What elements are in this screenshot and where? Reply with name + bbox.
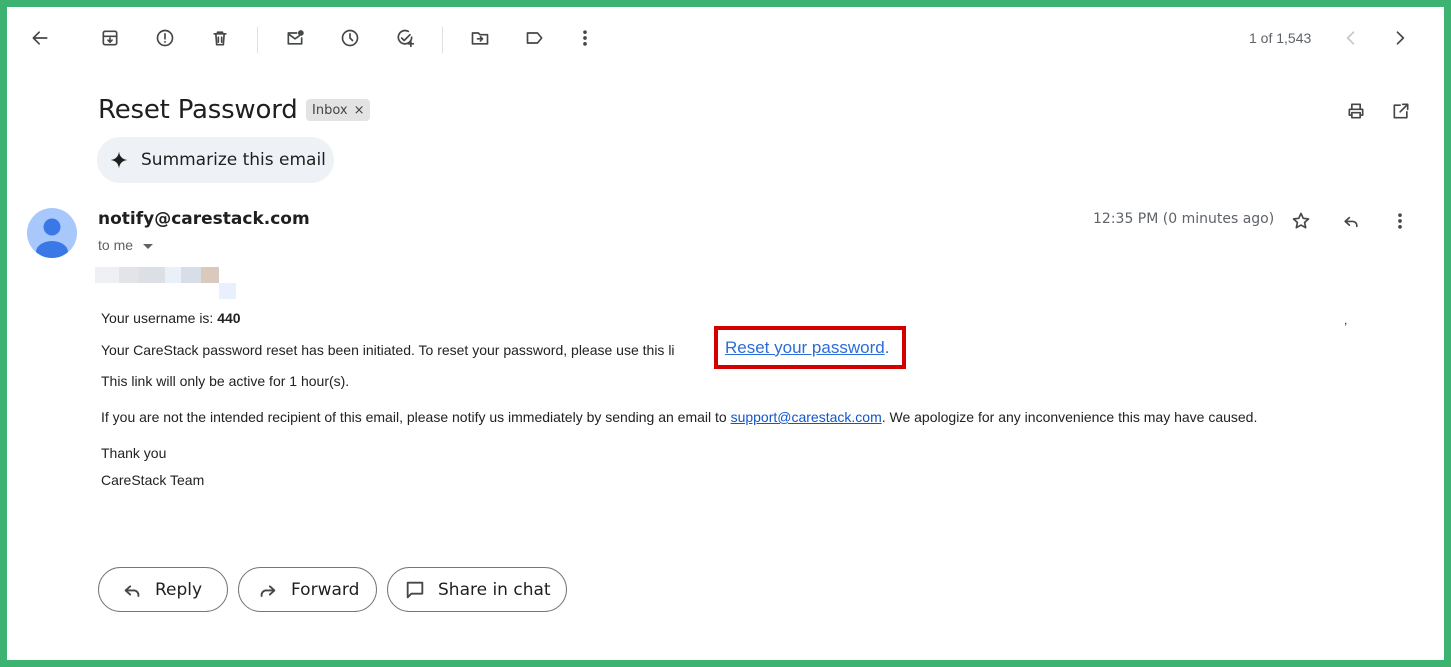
reply-label: Reply	[155, 579, 203, 600]
recipient-details-toggle[interactable]: to me	[98, 237, 154, 253]
sparkle-icon	[110, 151, 128, 169]
back-arrow-icon[interactable]	[22, 20, 58, 56]
toolbar-divider	[442, 27, 443, 53]
person-icon	[36, 218, 68, 258]
reply-icon[interactable]	[1333, 203, 1369, 239]
username-prefix: Your username is:	[101, 310, 218, 326]
open-in-new-window-icon[interactable]	[1383, 93, 1419, 129]
forward-button[interactable]: Forward	[238, 567, 377, 612]
archive-icon[interactable]	[92, 20, 128, 56]
gmail-message-view: 1 of 1,543 Reset Password Inbox × Summar…	[7, 7, 1444, 660]
report-spam-icon[interactable]	[147, 20, 183, 56]
recipient-label: to me	[98, 237, 134, 253]
move-to-icon[interactable]	[462, 20, 498, 56]
label-icon[interactable]	[517, 20, 553, 56]
recipient-notice-line: If you are not the intended recipient of…	[101, 409, 1257, 425]
link-active-line: This link will only be active for 1 hour…	[101, 373, 350, 389]
more-vert-icon[interactable]	[1382, 203, 1418, 239]
forward-icon	[260, 584, 276, 597]
sender-email[interactable]: notify@carestack.com	[98, 209, 310, 229]
delete-icon[interactable]	[202, 20, 238, 56]
summarize-label: Summarize this email	[141, 150, 326, 170]
reset-password-link[interactable]: Reset your password	[725, 338, 885, 358]
stray-comma: ,	[1344, 313, 1348, 327]
link-period: .	[884, 337, 890, 357]
signature: CareStack Team	[101, 472, 205, 488]
caret-down-icon	[143, 243, 154, 249]
email-timestamp: 12:35 PM (0 minutes ago)	[1093, 211, 1275, 227]
username-line: Your username is: 440	[101, 310, 241, 326]
closing-thanks: Thank you	[101, 445, 167, 461]
star-icon[interactable]	[1283, 203, 1319, 239]
inbox-label-chip: Inbox ×	[306, 99, 371, 121]
support-email-link[interactable]: support@carestack.com	[731, 409, 882, 425]
email-subject: Reset Password	[98, 95, 298, 125]
add-task-icon[interactable]	[387, 20, 423, 56]
chat-icon	[406, 581, 424, 598]
more-vert-icon[interactable]	[567, 20, 603, 56]
chevron-left-icon[interactable]	[1333, 20, 1369, 56]
share-label: Share in chat	[438, 579, 551, 600]
forward-label: Forward	[291, 579, 360, 600]
summarize-email-button[interactable]: Summarize this email	[97, 137, 334, 183]
reply-icon	[124, 584, 140, 597]
notice-suffix: . We apologize for any inconvenience thi…	[881, 409, 1258, 425]
print-icon[interactable]	[1338, 93, 1374, 129]
notice-prefix: If you are not the intended recipient of…	[101, 409, 731, 425]
message-counter: 1 of 1,543	[1249, 30, 1312, 46]
label-chip-text: Inbox	[312, 102, 348, 118]
username-value: 440	[217, 310, 241, 326]
mark-unread-icon[interactable]	[277, 20, 313, 56]
remove-label-icon[interactable]: ×	[354, 103, 365, 118]
toolbar-divider	[257, 27, 258, 53]
reset-initiated-line: Your CareStack password reset has been i…	[101, 342, 675, 358]
avatar[interactable]	[27, 208, 77, 258]
share-in-chat-button[interactable]: Share in chat	[387, 567, 567, 612]
reply-button[interactable]: Reply	[98, 567, 228, 612]
snooze-icon[interactable]	[332, 20, 368, 56]
reset-link-highlight: Reset your password.	[714, 326, 906, 369]
chevron-right-icon[interactable]	[1382, 20, 1418, 56]
